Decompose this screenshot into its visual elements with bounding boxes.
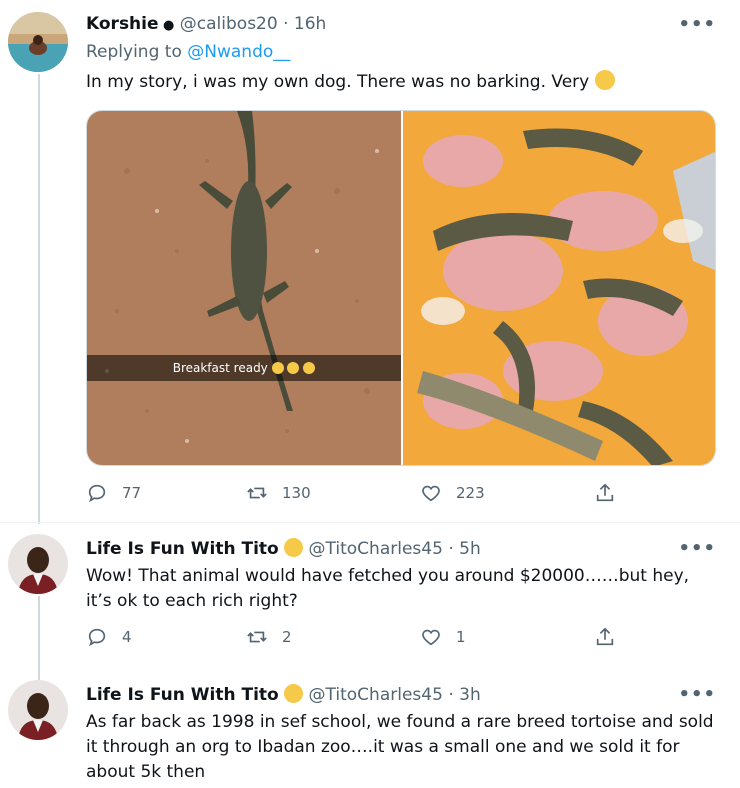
replying-to-link[interactable]: @Nwando__ (187, 42, 290, 62)
cut-meat-photo[interactable] (403, 111, 715, 465)
avatar[interactable] (8, 534, 68, 594)
display-name[interactable]: Korshie (86, 14, 159, 34)
snap-caption: Breakfast ready (87, 355, 401, 381)
reply-button[interactable]: 4 (86, 626, 132, 648)
heart-icon (422, 629, 440, 646)
tweet-text: In my story, i was my own dog. There was… (86, 70, 716, 95)
avatar[interactable] (8, 12, 68, 72)
divider (0, 522, 740, 523)
retweet-button[interactable]: 130 (246, 482, 311, 504)
share-button[interactable] (594, 482, 630, 504)
tweet-header: Life Is Fun With Tito @TitoCharles45 · 3… (86, 684, 481, 705)
tweet-text-content: In my story, i was my own dog. There was… (86, 72, 590, 92)
display-name[interactable]: Life Is Fun With Tito (86, 539, 279, 559)
tweet-actions: 4 2 1 (86, 626, 646, 656)
like-button[interactable]: 1 (420, 626, 466, 648)
drooling-face-emoji-icon (287, 362, 300, 374)
tweet[interactable]: Life Is Fun With Tito @TitoCharles45 · 5… (0, 524, 740, 664)
timestamp[interactable]: 3h (459, 685, 481, 705)
retweet-icon (247, 487, 267, 499)
snap-caption-text: Breakfast ready (172, 361, 268, 375)
reply-icon (88, 628, 106, 647)
tweet-actions: 77 130 223 (86, 482, 646, 512)
reply-count: 77 (122, 484, 142, 502)
user-handle[interactable]: @TitoCharles45 (309, 539, 443, 559)
tweet-text: As far back as 1998 in sef school, we fo… (86, 712, 714, 782)
tweet-header: Korshie ● @calibos20 · 16h (86, 14, 326, 34)
avatar[interactable] (8, 680, 68, 740)
replying-to-label: Replying to (86, 42, 182, 62)
more-options-button[interactable]: ••• (678, 14, 716, 35)
tweet[interactable]: Korshie ● @calibos20 · 16h ••• Replying … (0, 0, 740, 520)
share-icon (596, 483, 614, 502)
reply-count: 4 (122, 628, 132, 646)
retweet-button[interactable]: 2 (246, 626, 292, 648)
tweet[interactable]: Life Is Fun With Tito @TitoCharles45 · 3… (0, 670, 740, 788)
display-name[interactable]: Life Is Fun With Tito (86, 685, 279, 705)
drooling-face-emoji-icon (303, 362, 316, 374)
retweet-count: 2 (282, 628, 292, 646)
more-options-button[interactable]: ••• (678, 538, 716, 559)
like-count: 1 (456, 628, 466, 646)
separator: · (448, 685, 454, 705)
like-count: 223 (456, 484, 485, 502)
lizard-photo[interactable]: Breakfast ready (87, 111, 401, 465)
retweet-count: 130 (282, 484, 311, 502)
more-options-button[interactable]: ••• (678, 684, 716, 705)
separator: · (448, 539, 454, 559)
timestamp[interactable]: 5h (459, 539, 481, 559)
replying-to: Replying to @Nwando__ (86, 40, 716, 65)
reply-icon (88, 484, 106, 503)
user-handle[interactable]: @calibos20 (180, 14, 278, 34)
tweet-text: Wow! That animal would have fetched you … (86, 566, 690, 611)
grinning-face-emoji-icon (284, 538, 304, 557)
tweet-header: Life Is Fun With Tito @TitoCharles45 · 5… (86, 538, 481, 559)
smiling-face-emoji-icon (594, 70, 615, 90)
media-grid[interactable]: Breakfast ready (86, 110, 716, 466)
grinning-face-emoji-icon (284, 684, 304, 703)
share-button[interactable] (594, 626, 630, 648)
drooling-face-emoji-icon (271, 362, 284, 374)
separator: · (283, 14, 289, 34)
user-handle[interactable]: @TitoCharles45 (309, 685, 443, 705)
retweet-icon (247, 631, 267, 643)
share-icon (596, 627, 614, 646)
like-button[interactable]: 223 (420, 482, 485, 504)
heart-icon (422, 485, 440, 502)
apple-icon: ● (158, 18, 175, 33)
reply-button[interactable]: 77 (86, 482, 141, 504)
timestamp[interactable]: 16h (294, 14, 326, 34)
